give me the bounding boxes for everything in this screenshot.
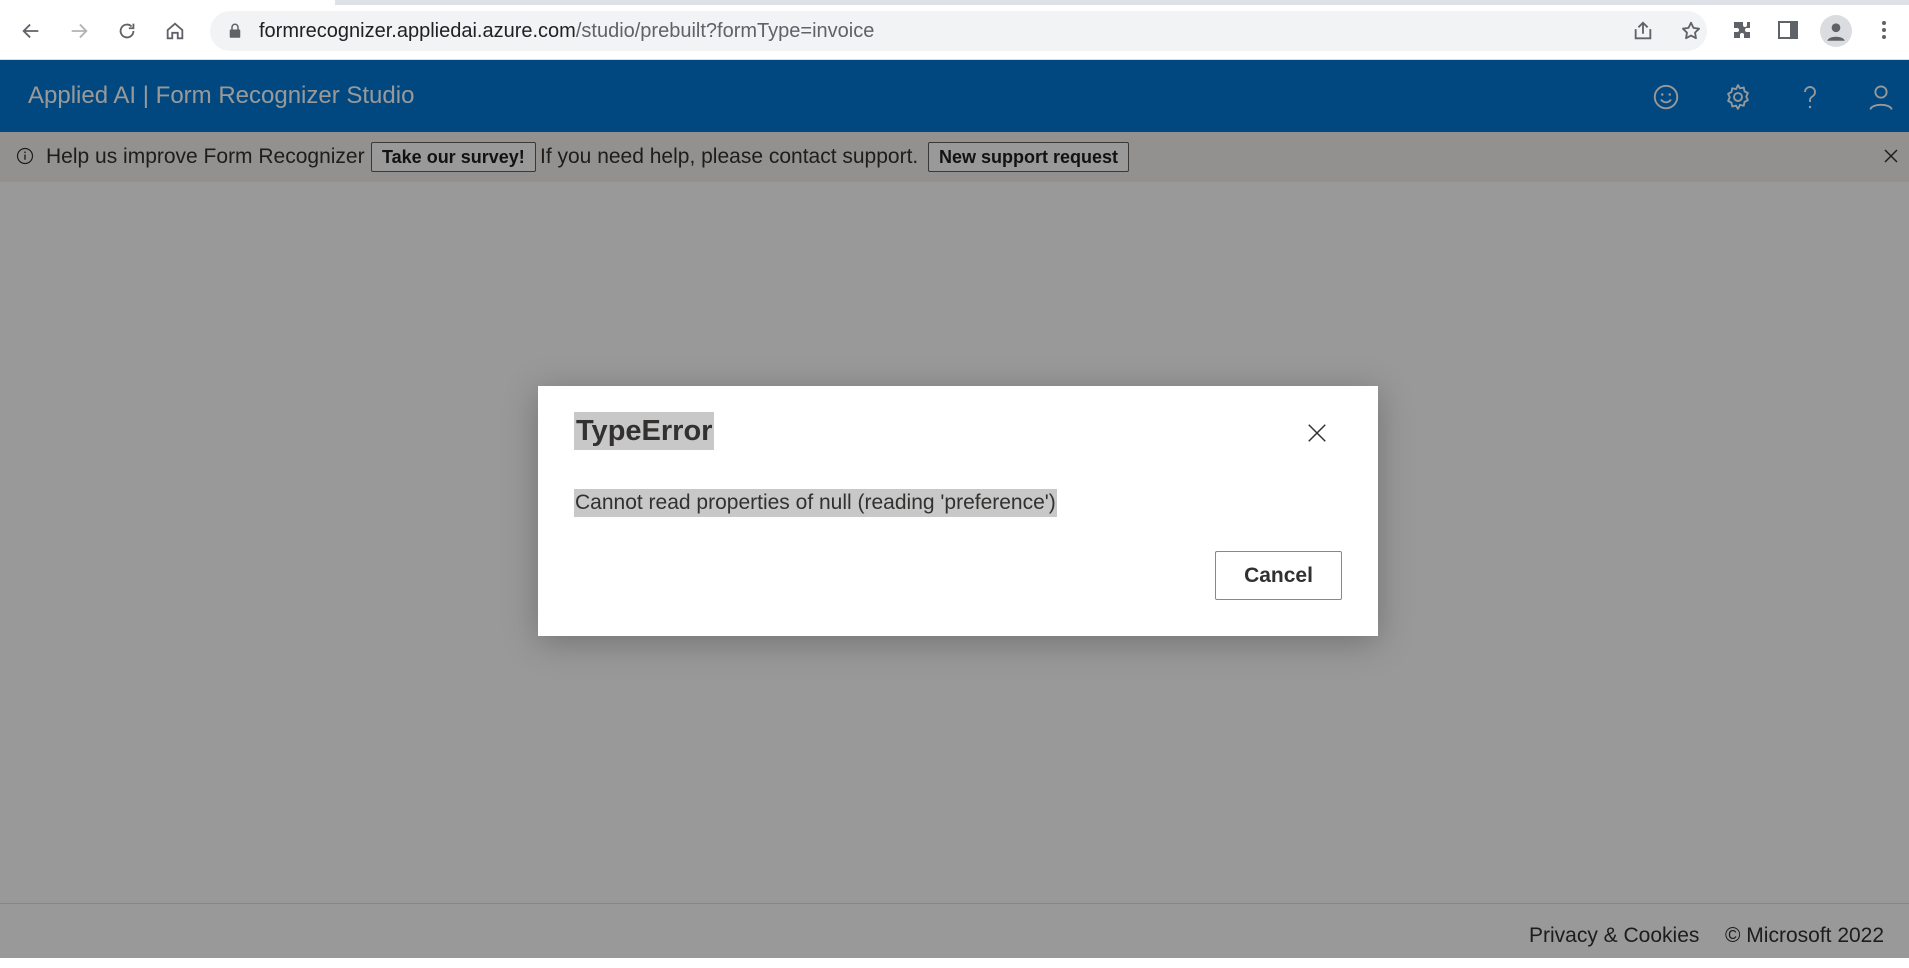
active-tab-edge [0, 0, 335, 5]
url-text[interactable]: formrecognizer.appliedai.azure.com/studi… [259, 11, 874, 51]
home-button[interactable] [158, 14, 192, 48]
dialog-title: TypeError [574, 412, 715, 450]
back-icon [22, 23, 39, 39]
reload-button[interactable] [110, 14, 144, 48]
browser-menu-button[interactable] [1868, 14, 1900, 46]
dialog-close-icon[interactable] [1306, 422, 1328, 444]
profile-button[interactable] [1820, 15, 1852, 47]
forward-button[interactable] [62, 14, 96, 48]
star-icon[interactable] [1680, 20, 1702, 42]
error-dialog: TypeError Cannot read properties of null… [538, 386, 1378, 636]
home-icon [166, 22, 184, 40]
extensions-button[interactable] [1726, 14, 1758, 46]
url-host: formrecognizer.appliedai.azure.com [259, 20, 576, 42]
forward-icon [71, 23, 88, 39]
address-bar[interactable]: formrecognizer.appliedai.azure.com/studi… [210, 11, 1707, 51]
browser-toolbar: formrecognizer.appliedai.azure.com/studi… [0, 0, 1909, 60]
url-path: /studio/prebuilt?formType=invoice [575, 20, 875, 42]
profile-icon [1827, 23, 1845, 41]
dialog-message: Cannot read properties of null (reading … [574, 489, 1057, 517]
lock-icon[interactable] [226, 22, 244, 40]
reload-icon [119, 23, 135, 39]
side-panel-button[interactable] [1772, 14, 1804, 46]
extensions-icon [1734, 22, 1750, 38]
cancel-button[interactable]: Cancel [1215, 551, 1342, 600]
share-icon[interactable] [1632, 20, 1654, 42]
menu-icon [1882, 21, 1886, 39]
side-panel-icon [1778, 21, 1798, 39]
back-button[interactable] [14, 14, 48, 48]
